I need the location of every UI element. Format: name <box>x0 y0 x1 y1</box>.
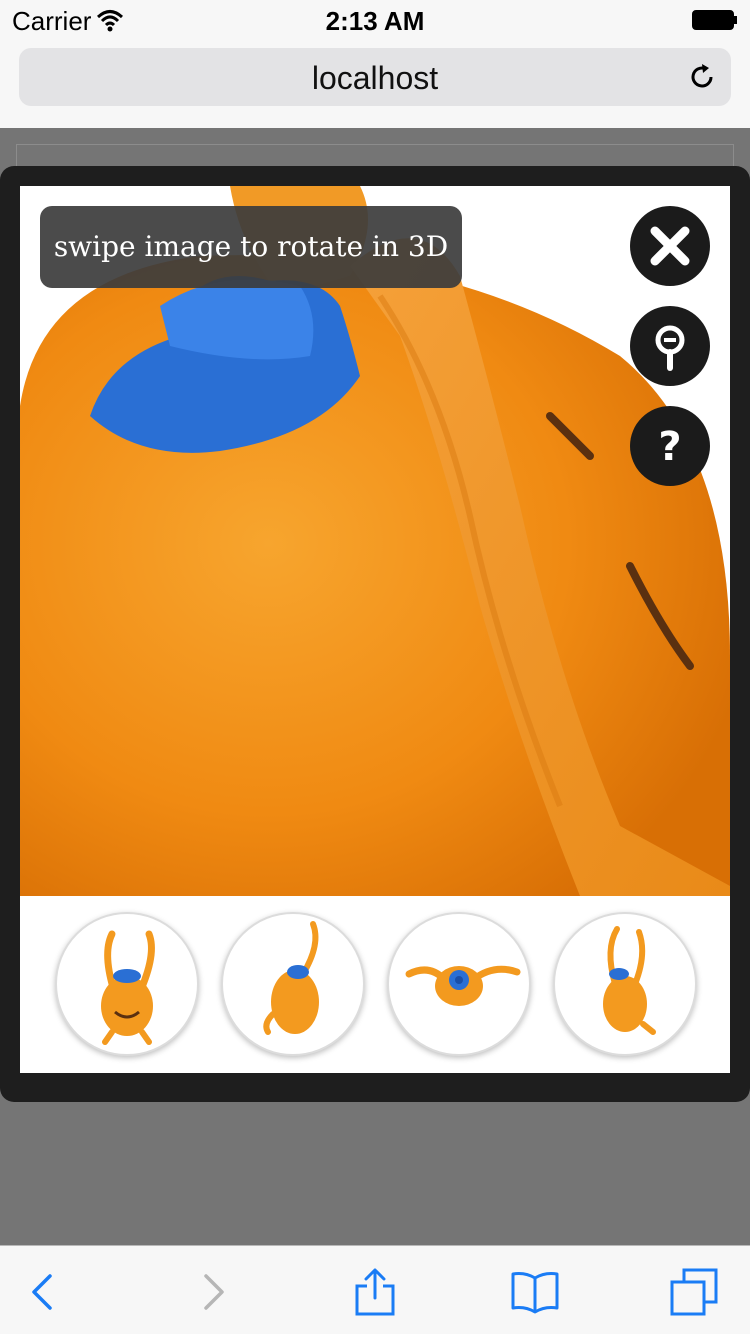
product-image[interactable] <box>20 186 730 896</box>
thumbnail-front[interactable] <box>55 912 199 1056</box>
address-bar-area: localhost <box>0 40 750 129</box>
reload-icon[interactable] <box>687 62 717 92</box>
thumbnail-image <box>101 930 155 1045</box>
close-icon <box>650 226 690 266</box>
back-button[interactable] <box>20 1268 68 1316</box>
close-button[interactable] <box>630 206 710 286</box>
thumbnail-image <box>405 965 521 1006</box>
thumbnail-strip <box>20 896 730 1073</box>
browser-toolbar <box>0 1245 750 1334</box>
thumbnail-side[interactable] <box>221 912 365 1056</box>
url-text: localhost <box>311 60 439 96</box>
chevron-right-icon <box>204 1274 224 1310</box>
product-lightbox: swipe image to rotate in 3D ? <box>0 166 750 1102</box>
thumbnail-image <box>263 921 319 1035</box>
tabs-icon <box>670 1268 718 1316</box>
address-bar[interactable]: localhost <box>19 48 731 106</box>
share-icon <box>355 1268 395 1316</box>
product-viewer[interactable]: swipe image to rotate in 3D ? <box>20 186 730 896</box>
help-button[interactable]: ? <box>630 406 710 486</box>
thumbnail-top[interactable] <box>387 912 531 1056</box>
zoom-out-icon <box>655 325 685 371</box>
forward-button[interactable] <box>188 1268 236 1316</box>
status-bar: Carrier 2:13 AM <box>0 0 750 40</box>
rotate-hint: swipe image to rotate in 3D <box>40 206 462 288</box>
chevron-left-icon <box>32 1274 52 1310</box>
bookmarks-button[interactable] <box>511 1268 559 1316</box>
svg-text:?: ? <box>658 424 681 470</box>
share-button[interactable] <box>351 1268 399 1316</box>
thumbnail-image <box>603 926 656 1035</box>
bookmarks-icon <box>511 1272 559 1314</box>
status-time: 2:13 AM <box>325 6 425 36</box>
tabs-button[interactable] <box>670 1268 718 1316</box>
help-icon: ? <box>658 424 681 470</box>
zoom-button[interactable] <box>630 306 710 386</box>
battery-icon <box>692 10 737 30</box>
thumbnail-angled[interactable] <box>553 912 697 1056</box>
